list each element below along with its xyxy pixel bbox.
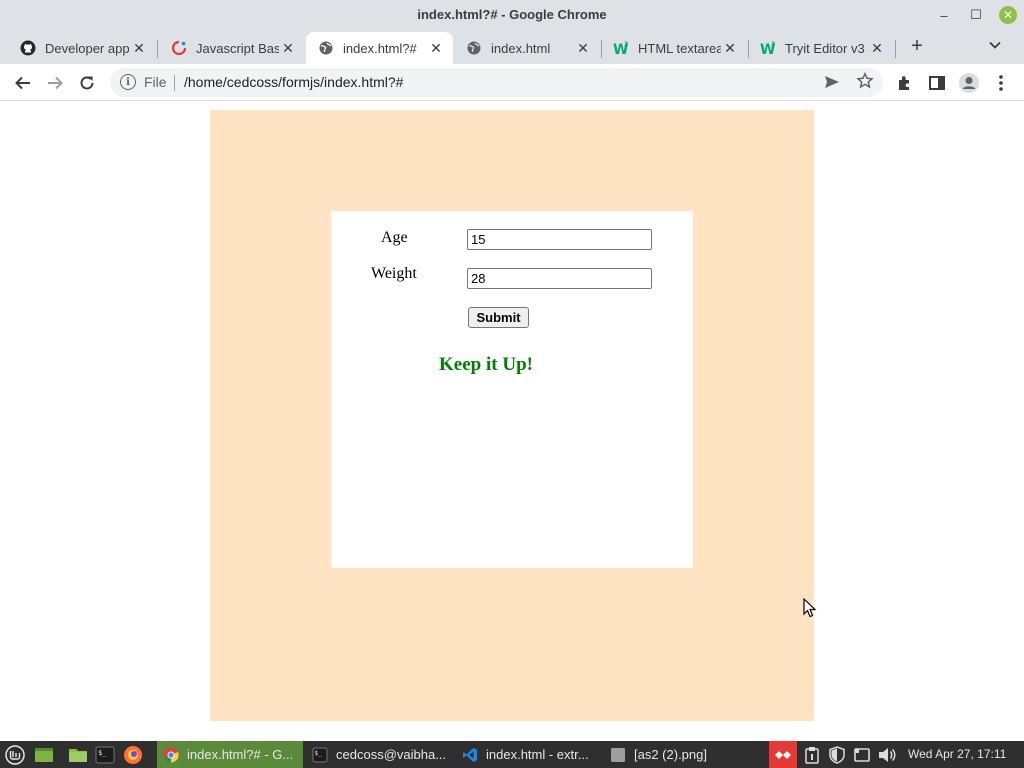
terminal-icon: $_ [312,747,328,763]
show-desktop-icon[interactable] [33,744,55,765]
tab-tryit-editor[interactable]: W3 Tryit Editor v3 ✕ [748,32,894,64]
files-icon[interactable] [67,744,89,765]
shield-icon[interactable] [827,745,847,764]
svg-text:$_: $_ [98,749,107,757]
taskbar-app-label: index.html - extr... [486,747,589,762]
tab-label: Developer app [45,40,130,56]
taskbar-app-label: cedcoss@vaibha... [336,747,447,762]
send-icon[interactable] [822,73,842,93]
result-message: Keep it Up! [439,354,533,375]
svg-text:3: 3 [771,41,775,48]
mouse-cursor-icon [803,598,817,618]
forward-button[interactable] [42,70,68,96]
tab-divider [895,40,896,58]
browser-toolbar: i File /home/cedcoss/formjs/index.html?# [0,64,1024,101]
github-icon [20,40,36,56]
arrow-left-icon [15,76,30,90]
volume-icon[interactable] [877,745,897,764]
system-taskbar: $_ index.html?# - G... $_ cedcoss@vaibha… [0,741,1024,768]
minimize-button[interactable]: – [933,4,955,26]
tab-label: HTML textarea [638,40,721,56]
form-card: Age Weight Submit Keep it Up! [331,211,693,568]
w3schools-icon: W3 [613,40,629,56]
reload-button[interactable] [74,70,100,96]
side-panel-icon[interactable] [926,72,948,94]
taskbar-app-label: index.html?# - G... [187,747,294,762]
tab-index-html-hash[interactable]: index.html?# ✕ [306,32,453,64]
tab-label: Javascript Bas [196,40,279,56]
terminal-launcher-icon[interactable]: $_ [94,744,116,765]
address-divider [174,75,175,91]
window-title: index.html?# - Google Chrome [417,7,607,22]
back-button[interactable] [10,70,36,96]
info-icon[interactable]: i [120,74,136,90]
w3schools-icon: W3 [760,40,776,56]
javascript-site-icon [171,40,187,56]
profile-avatar-icon[interactable] [958,72,980,94]
svg-text:3: 3 [624,41,628,48]
chrome-icon [163,747,179,763]
tab-index-html[interactable]: index.html ✕ [454,32,600,64]
address-bar[interactable]: i File /home/cedcoss/formjs/index.html?# [110,68,883,97]
tab-label: Tryit Editor v3 [785,40,865,56]
tab-strip: Developer app ✕ Javascript Bas ✕ index.h… [0,30,1024,64]
vscode-icon [462,747,478,763]
window-titlebar: index.html?# - Google Chrome – ☐ ✕ [0,0,1024,30]
globe-icon [318,40,334,56]
age-label: Age [381,229,408,246]
svg-text:$_: $_ [315,750,323,757]
weight-label: Weight [371,265,417,282]
close-icon: ✕ [999,6,1017,24]
close-icon[interactable]: ✕ [721,40,739,57]
taskbar-app-label: [as2 (2).png] [634,747,707,762]
tab-javascript-basics[interactable]: Javascript Bas ✕ [159,32,305,64]
bookmark-star-icon[interactable] [855,72,875,92]
file-scheme-label: File [144,74,167,90]
extensions-icon[interactable] [894,72,916,94]
close-icon[interactable]: ✕ [279,40,297,57]
weight-input[interactable] [467,268,652,289]
maximize-button[interactable]: ☐ [965,4,987,26]
url-text[interactable]: /home/cedcoss/formjs/index.html?# [184,74,403,90]
tab-html-textarea[interactable]: W3 HTML textarea ✕ [601,32,747,64]
new-tab-button[interactable]: + [906,36,928,58]
taskbar-clock[interactable]: Wed Apr 27, 17:11 [908,747,1006,761]
anydesk-tray-icon[interactable] [769,741,797,768]
tab-label: index.html [491,40,551,56]
clipboard-tray-icon[interactable] [802,745,822,764]
tab-search-button[interactable] [985,38,1005,58]
firefox-icon[interactable] [122,744,144,765]
age-input[interactable] [467,229,652,250]
taskbar-app-image-viewer[interactable]: [as2 (2).png] [604,741,754,768]
tab-divider [157,40,158,58]
image-viewer-icon [610,747,626,763]
close-window-button[interactable]: ✕ [997,4,1019,26]
arrow-right-icon [48,76,63,90]
more-menu-icon[interactable] [990,72,1012,94]
globe-icon [466,40,482,56]
taskbar-app-chrome[interactable]: index.html?# - G... [157,741,303,768]
close-icon[interactable]: ✕ [574,40,592,57]
page-viewport: Age Weight Submit Keep it Up! [0,102,1024,741]
submit-button[interactable]: Submit [468,307,529,328]
mint-menu-icon[interactable] [4,744,26,765]
close-icon[interactable]: ✕ [868,40,886,57]
reload-icon [80,76,94,90]
network-tray-icon[interactable] [852,745,872,764]
tab-label: index.html?# [343,40,417,56]
tab-developer-app[interactable]: Developer app ✕ [8,32,156,64]
chevron-down-icon [989,41,1001,49]
close-icon[interactable]: ✕ [427,40,445,57]
taskbar-app-terminal[interactable]: $_ cedcoss@vaibha... [306,741,456,768]
taskbar-app-vscode[interactable]: index.html - extr... [456,741,602,768]
close-icon[interactable]: ✕ [130,40,148,57]
